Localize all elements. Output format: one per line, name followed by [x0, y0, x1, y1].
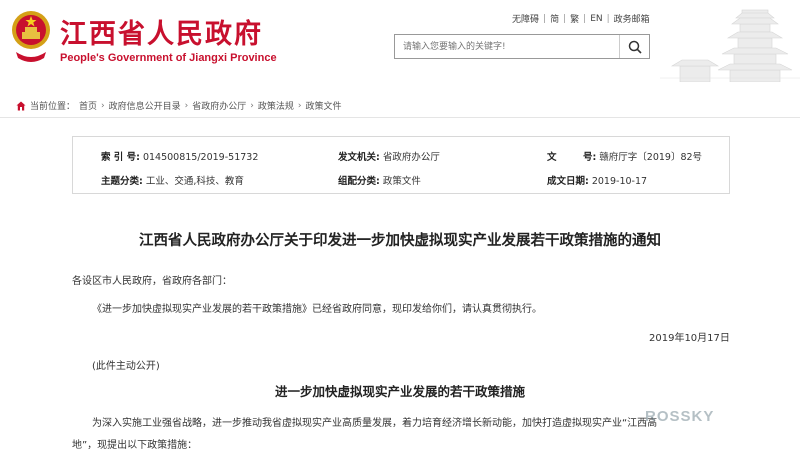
info-category-label: 组配分类: [338, 176, 380, 187]
article-subtitle: 进一步加快虚拟现实产业发展的若干政策措施 [274, 384, 525, 399]
search-button[interactable] [619, 35, 649, 58]
nav-accessibility[interactable]: 无障碍 [512, 12, 539, 25]
info-docno-value: 赣府厅字〔2019〕82号 [599, 152, 703, 163]
breadcrumb-documents[interactable]: 政策文件 [306, 99, 342, 112]
breadcrumb-home[interactable]: 首页 [79, 99, 97, 112]
site-title: 江西省人民政府 [60, 19, 263, 50]
info-index-value: 014500815/2019-51732 [142, 152, 259, 163]
breadcrumb-label: 当前位置： [30, 102, 76, 112]
info-category-value: 政策文件 [382, 176, 421, 187]
info-org-label: 发文机关: [338, 152, 380, 163]
nav-mail[interactable]: 政务邮箱 [614, 12, 650, 25]
info-docno: 文 号: 赣府厅字〔2019〕82号 [547, 149, 702, 163]
nav-simplified[interactable]: 简 [550, 12, 559, 25]
breadcrumb-policy[interactable]: 政策法规 [258, 99, 294, 112]
article-paragraph-line: 地”，现提出以下政策措施： [72, 440, 198, 450]
search-icon [628, 40, 642, 54]
nav-separator: | [606, 13, 610, 24]
info-category: 组配分类: 政策文件 [338, 173, 421, 187]
top-nav: 无障碍 | 简 | 繁 | EN | 政务邮箱 [512, 12, 650, 26]
article-note: (此件主动公开) [92, 361, 160, 372]
info-topic-value: 工业、交通,科技、教育 [145, 176, 244, 187]
breadcrumb-disclosure[interactable]: 政府信息公开目录 [109, 99, 181, 112]
article-date: 2019年10月17日 [649, 333, 730, 344]
pavilion-illustration [660, 9, 800, 82]
breadcrumb-arrow: › [250, 100, 254, 111]
info-index: 索 引 号: 014500815/2019-51732 [101, 149, 258, 163]
divider [0, 117, 800, 118]
nav-traditional[interactable]: 繁 [570, 12, 579, 25]
nav-separator: | [583, 13, 587, 24]
article-title: 江西省人民政府办公厅关于印发进一步加快虚拟现实产业发展若干政策措施的通知 [139, 233, 661, 249]
location-icon [16, 101, 26, 110]
article-salutation: 各设区市人民政府，省政府各部门： [72, 276, 232, 287]
info-date-label: 成文日期: [547, 176, 589, 187]
breadcrumb-arrow: › [297, 100, 302, 111]
article-body: 《进一步加快虚拟现实产业发展的若干政策措施》已经省政府同意，现印发给你们，请认真… [92, 304, 542, 315]
info-topic: 主题分类: 工业、交通,科技、教育 [101, 173, 244, 187]
info-org-value: 省政府办公厅 [382, 152, 440, 163]
info-org: 发文机关: 省政府办公厅 [338, 149, 440, 163]
info-topic-label: 主题分类: [101, 176, 143, 187]
document-info-box: 索 引 号: 014500815/2019-51732 发文机关: 省政府办公厅… [72, 136, 730, 194]
info-date-value: 2019-10-17 [591, 176, 648, 187]
breadcrumb-office[interactable]: 省政府办公厅 [192, 99, 246, 112]
info-index-label: 索 引 号: [101, 152, 140, 163]
breadcrumb: 当前位置： 首页 › 政府信息公开目录 › 省政府办公厅 › 政策法规 › 政策… [16, 99, 342, 112]
nav-separator: | [563, 13, 567, 24]
nav-english[interactable]: EN [590, 14, 602, 24]
info-docno-label: 文 号: [547, 152, 597, 163]
nav-separator: | [543, 13, 547, 24]
breadcrumb-arrow: › [184, 100, 189, 111]
search-input[interactable] [395, 35, 619, 58]
search-box [394, 34, 650, 59]
info-date: 成文日期: 2019-10-17 [547, 173, 647, 187]
breadcrumb-arrow: › [101, 100, 105, 111]
site-subtitle: People's Government of Jiangxi Province [60, 52, 277, 64]
site-header: 江西省人民政府 People's Government of Jiangxi P… [0, 0, 800, 82]
article-paragraph-line: 为深入实施工业强省战略，进一步推动我省虚拟现实产业高质量发展，着力培育经济增长新… [92, 418, 658, 429]
national-emblem-icon [12, 11, 50, 62]
watermark-logo: ROSSKY [645, 408, 715, 425]
